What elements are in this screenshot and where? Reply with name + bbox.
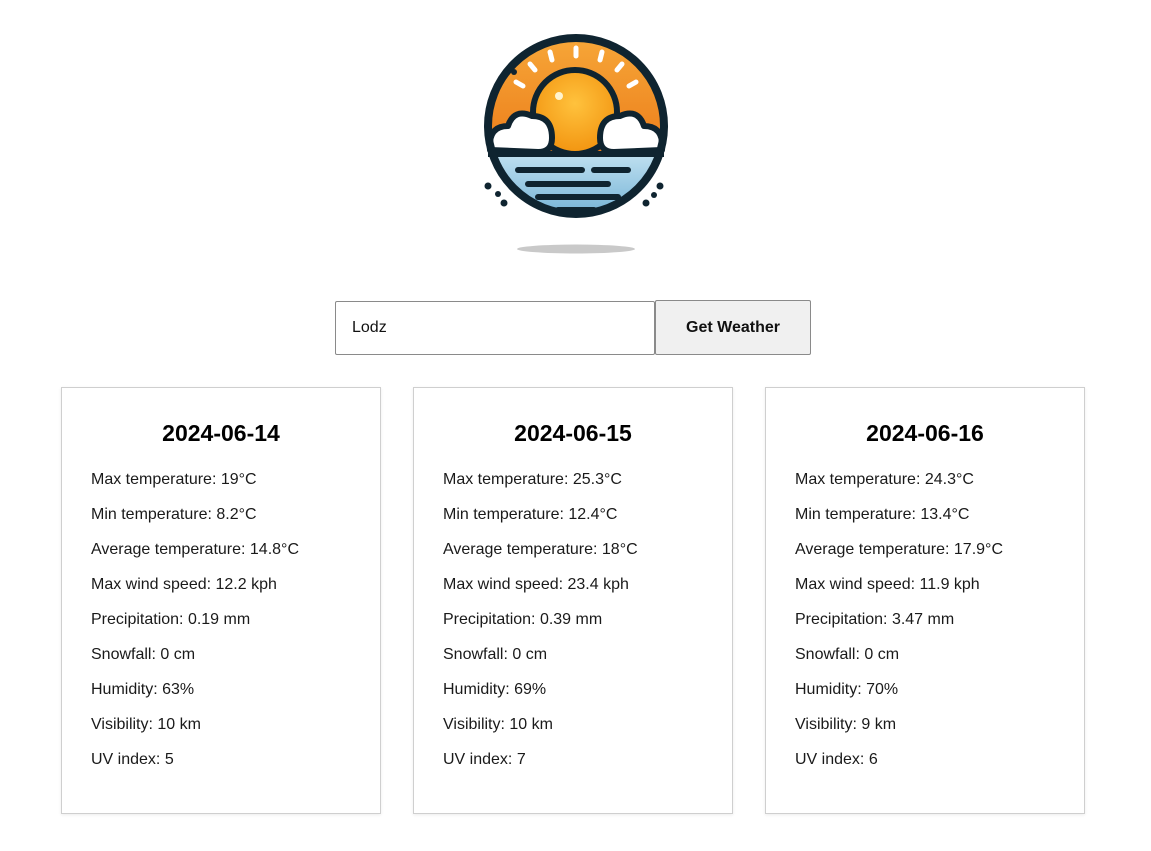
humidity: Humidity: 70% bbox=[795, 681, 899, 698]
search-form: Get Weather bbox=[335, 300, 811, 355]
city-input[interactable] bbox=[335, 301, 655, 355]
visibility: Visibility: 9 km bbox=[795, 716, 897, 733]
average-temperature: Average temperature: 14.8°C bbox=[91, 541, 299, 558]
average-temperature: Average temperature: 17.9°C bbox=[795, 541, 1003, 558]
forecast-date: 2024-06-16 bbox=[866, 420, 984, 446]
forecast-date: 2024-06-14 bbox=[162, 420, 280, 446]
uv-index: UV index: 7 bbox=[443, 751, 526, 768]
weather-app: Get Weather 2024-06-14 Max temperature: … bbox=[0, 0, 1151, 851]
min-temperature: Min temperature: 8.2°C bbox=[91, 506, 257, 523]
get-weather-button[interactable]: Get Weather bbox=[655, 300, 811, 355]
humidity: Humidity: 63% bbox=[91, 681, 195, 698]
precipitation: Precipitation: 0.19 mm bbox=[91, 611, 251, 628]
visibility: Visibility: 10 km bbox=[443, 716, 553, 733]
average-temperature: Average temperature: 18°C bbox=[443, 541, 638, 558]
min-temperature: Min temperature: 12.4°C bbox=[443, 506, 618, 523]
precipitation: Precipitation: 3.47 mm bbox=[795, 611, 955, 628]
uv-index: UV index: 5 bbox=[91, 751, 174, 768]
humidity: Humidity: 69% bbox=[443, 681, 547, 698]
logo-icon bbox=[484, 34, 668, 254]
forecast-list: 2024-06-14 Max temperature: 19°C Min tem… bbox=[61, 387, 1085, 814]
max-wind-speed: Max wind speed: 11.9 kph bbox=[795, 576, 980, 593]
precipitation: Precipitation: 0.39 mm bbox=[443, 611, 603, 628]
visibility: Visibility: 10 km bbox=[91, 716, 201, 733]
forecast-card: 2024-06-14 Max temperature: 19°C Min tem… bbox=[61, 387, 381, 814]
min-temperature: Min temperature: 13.4°C bbox=[795, 506, 970, 523]
max-wind-speed: Max wind speed: 23.4 kph bbox=[443, 576, 629, 593]
snowfall: Snowfall: 0 cm bbox=[795, 646, 900, 663]
max-wind-speed: Max wind speed: 12.2 kph bbox=[91, 576, 277, 593]
forecast-card: 2024-06-15 Max temperature: 25.3°C Min t… bbox=[413, 387, 733, 814]
max-temperature: Max temperature: 25.3°C bbox=[443, 471, 622, 488]
forecast-date: 2024-06-15 bbox=[514, 420, 632, 446]
snowfall: Snowfall: 0 cm bbox=[443, 646, 548, 663]
snowfall: Snowfall: 0 cm bbox=[91, 646, 196, 663]
uv-index: UV index: 6 bbox=[795, 751, 878, 768]
max-temperature: Max temperature: 24.3°C bbox=[795, 471, 974, 488]
max-temperature: Max temperature: 19°C bbox=[91, 471, 257, 488]
forecast-card: 2024-06-16 Max temperature: 24.3°C Min t… bbox=[765, 387, 1085, 814]
sun-over-sea-logo bbox=[478, 30, 674, 258]
